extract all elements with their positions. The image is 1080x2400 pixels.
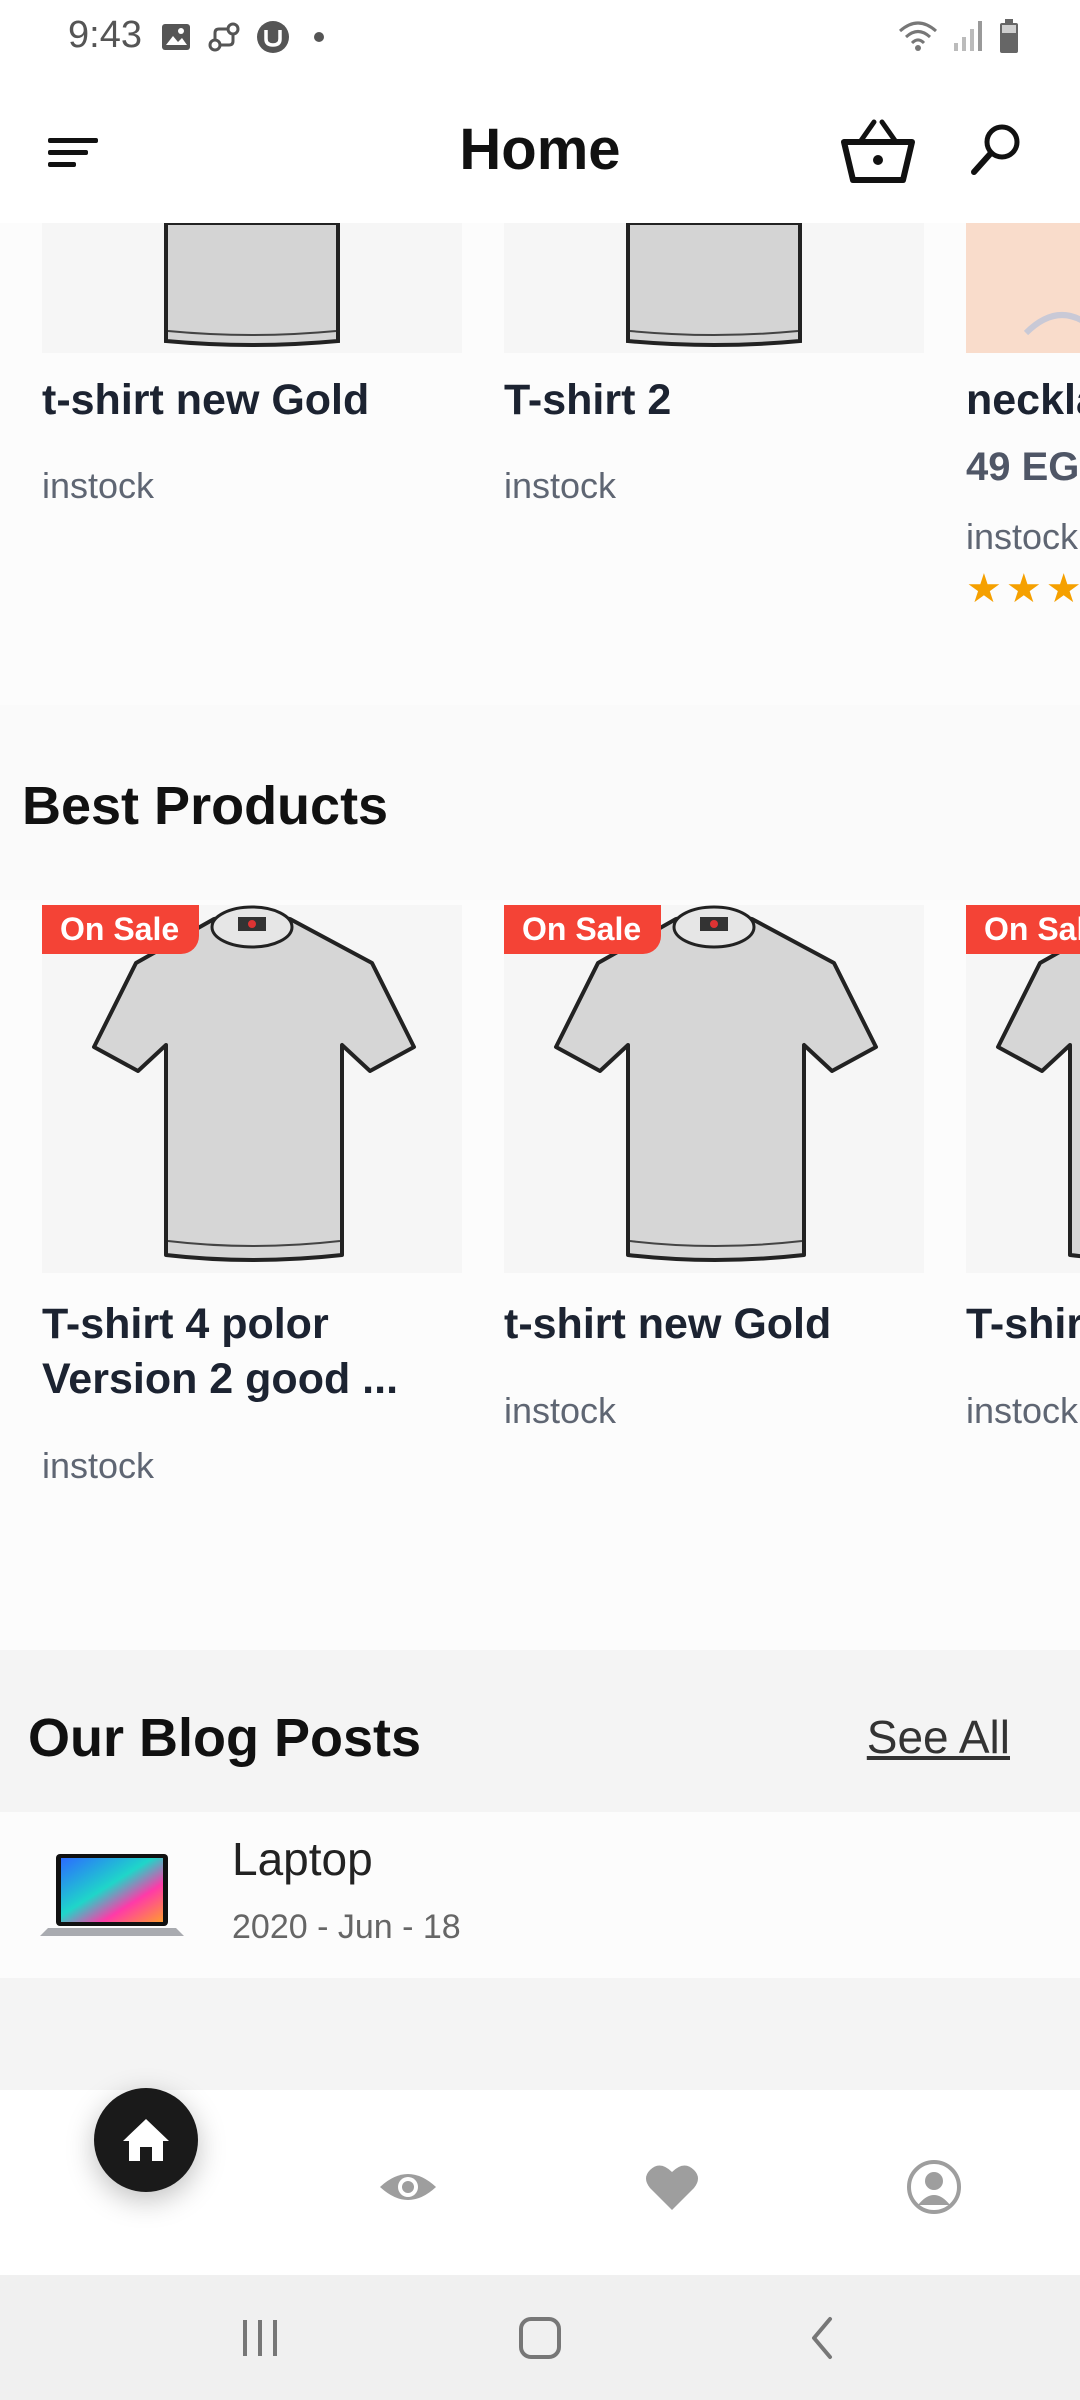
top-products-section: t-shirt new Gold instock T-shirt 2 insto… [0, 223, 1080, 705]
blog-post-item[interactable]: Laptop 2020 - Jun - 18 [0, 1812, 1080, 1978]
recent-apps-icon [243, 2320, 277, 2356]
product-card[interactable]: T-shirt 2 instock [504, 223, 924, 703]
star-icon: ★ [1045, 567, 1080, 611]
product-card[interactable]: On Sale t-shirt new Gold instock [504, 905, 924, 1505]
product-title: t-shirt new Gold [504, 1300, 832, 1348]
product-title: T-shirt 4 polor Version 2 good ... [42, 1300, 399, 1403]
best-products-heading: Best Products [22, 776, 389, 836]
product-image [42, 905, 462, 1273]
product-card[interactable]: t-shirt new Gold instock [42, 223, 462, 703]
signal-icon [954, 21, 982, 51]
product-card[interactable]: neckla 49 EG instock ★ ★ ★ [966, 223, 1080, 703]
stock-status: instock [504, 1390, 617, 1431]
laptop-icon [40, 1854, 184, 1936]
product-card[interactable]: On Sale T-shirt 4 polor Version 2 good .… [42, 905, 462, 1505]
nav-profile-button[interactable] [904, 2160, 964, 2214]
profile-icon [907, 2160, 961, 2214]
eye-icon [380, 2174, 436, 2200]
stock-status: instock [42, 465, 155, 506]
product-price: 49 EG [966, 445, 1080, 489]
blog-heading: Our Blog Posts [28, 1708, 422, 1768]
stock-status: instock [966, 1390, 1079, 1431]
status-icons-left [160, 20, 334, 54]
status-icons-right [898, 18, 1020, 54]
product-image [504, 223, 924, 353]
blog-thumbnail [30, 1820, 210, 1970]
link-icon [208, 22, 240, 52]
cart-icon [841, 119, 915, 183]
product-image [42, 223, 462, 353]
bottom-navigation [0, 2088, 1080, 2275]
stock-status: instock [504, 465, 617, 506]
product-title: T-shirt 2 [504, 376, 672, 424]
nav-favorites-button[interactable] [642, 2160, 702, 2214]
product-image [504, 905, 924, 1273]
back-system-button[interactable] [792, 2311, 852, 2365]
product-title: t-shirt new Gold [42, 376, 370, 424]
product-card[interactable]: On Sal T-shir instock [966, 905, 1080, 1505]
recent-apps-button[interactable] [230, 2311, 290, 2365]
stock-status: instock [42, 1445, 155, 1486]
star-icon: ★ [1005, 567, 1042, 611]
sale-badge: On Sale [42, 905, 200, 954]
rating-stars: ★ ★ ★ [966, 566, 1080, 612]
battery-icon [1000, 19, 1018, 53]
square-home-icon [519, 2317, 561, 2359]
see-all-link[interactable]: See All [867, 1710, 1010, 1764]
star-icon: ★ [966, 567, 1002, 611]
system-navigation-bar [0, 2275, 1080, 2400]
heart-icon [646, 2165, 698, 2210]
product-image [966, 223, 1080, 353]
blog-post-date: 2020 - Jun - 18 [232, 1908, 461, 1946]
page-title: Home [459, 117, 621, 182]
back-icon [812, 2317, 832, 2359]
product-title: neckla [966, 376, 1080, 424]
product-title: T-shir [966, 1300, 1080, 1348]
home-icon [123, 2119, 169, 2161]
nav-views-button[interactable] [378, 2160, 438, 2214]
status-time: 9:43 [68, 14, 142, 56]
status-bar: 9:43 [0, 0, 1080, 78]
sale-badge: On Sal [966, 905, 1080, 954]
stock-status: instock [966, 516, 1079, 557]
image-icon [162, 24, 190, 50]
sale-badge: On Sale [504, 905, 662, 954]
blog-post-title: Laptop [232, 1833, 373, 1885]
home-system-button[interactable] [510, 2311, 570, 2365]
best-products-list: On Sale T-shirt 4 polor Version 2 good .… [0, 900, 1080, 1650]
dot-icon [314, 32, 324, 42]
nav-home-button[interactable] [94, 2088, 198, 2192]
search-icon [971, 124, 1020, 175]
product-image [966, 905, 1080, 1273]
app-u-icon [257, 21, 289, 53]
cart-button[interactable] [840, 116, 916, 186]
app-bar: Home [0, 78, 1080, 223]
wifi-icon [899, 21, 937, 51]
search-button[interactable] [968, 120, 1028, 180]
